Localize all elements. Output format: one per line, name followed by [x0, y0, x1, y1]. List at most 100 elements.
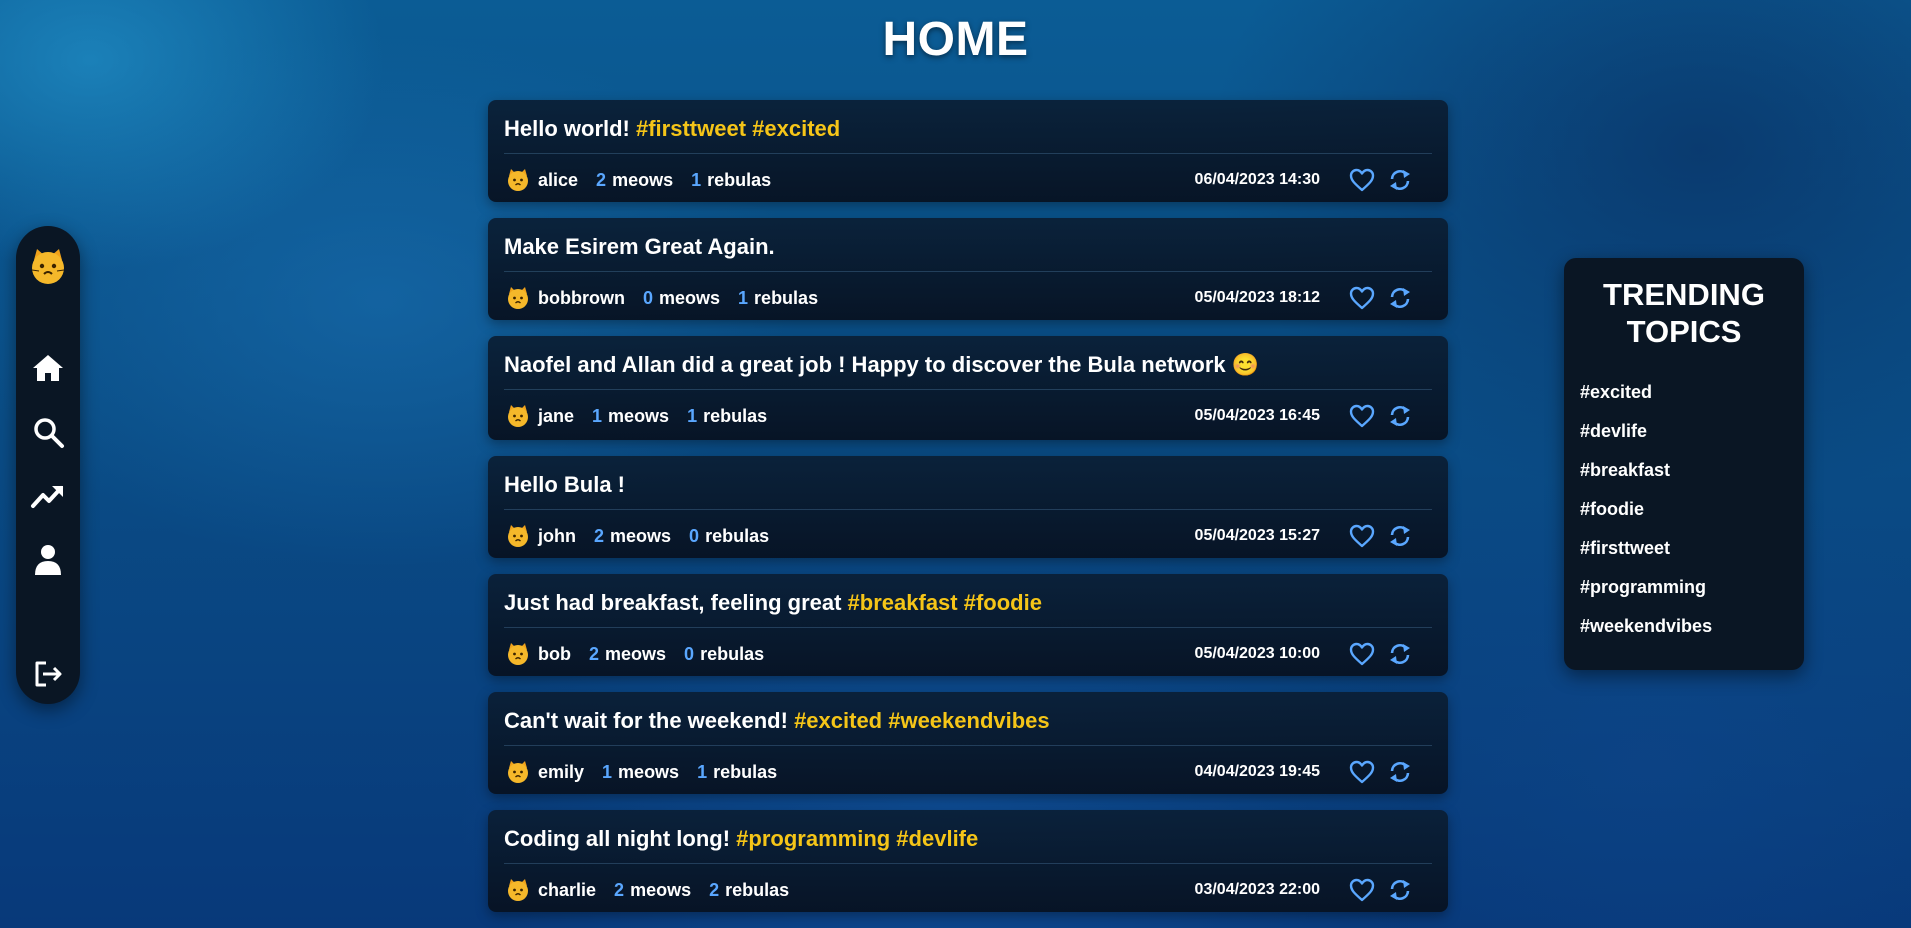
rebula-icon[interactable]: [1386, 640, 1414, 668]
tweet-text: Just had breakfast, feeling great #break…: [504, 590, 1432, 616]
tweet-username[interactable]: alice: [538, 170, 578, 191]
tweet-body: Just had breakfast, feeling great: [504, 590, 848, 615]
trending-panel: TRENDING TOPICS #excited #devlife #break…: [1564, 258, 1804, 670]
heart-icon[interactable]: [1348, 284, 1376, 312]
tweet-hashtags[interactable]: #firsttweet #excited: [636, 116, 840, 141]
heart-icon[interactable]: [1348, 522, 1376, 550]
trending-icon[interactable]: [30, 478, 66, 514]
rebula-count: 1: [687, 405, 698, 426]
rebula-label: rebulas: [703, 405, 768, 426]
tweet-date: 05/04/2023 18:12: [1194, 289, 1320, 306]
tweet-username[interactable]: emily: [538, 762, 584, 783]
rebula-label: rebulas: [713, 761, 778, 782]
tweet-card[interactable]: Coding all night long! #programming #dev…: [488, 810, 1448, 912]
rebula-label: rebulas: [754, 287, 819, 308]
tweet-username[interactable]: jane: [538, 406, 574, 427]
tweet-body: Naofel and Allan did a great job ! Happy…: [504, 352, 1260, 377]
tweet-divider: [504, 153, 1432, 154]
tweet-card[interactable]: Just had breakfast, feeling great #break…: [488, 574, 1448, 676]
meow-count: 2: [614, 879, 625, 900]
tweet-divider: [504, 627, 1432, 628]
trending-topic[interactable]: #foodie: [1580, 499, 1644, 520]
tweet-body: Hello world!: [504, 116, 636, 141]
tweet-hashtags[interactable]: #breakfast #foodie: [848, 590, 1042, 615]
heart-icon[interactable]: [1348, 876, 1376, 904]
tweet-card[interactable]: Can't wait for the weekend! #excited #we…: [488, 692, 1448, 794]
tweet-meta: bob 2 meows 0 rebulas: [506, 640, 782, 668]
rebula-icon[interactable]: [1386, 402, 1414, 430]
tweet-card[interactable]: Hello Bula ! john 2 meows 0 rebulas 05/04/2023…: [488, 456, 1448, 558]
trending-title-line2: TOPICS: [1626, 314, 1742, 349]
meow-label: meows: [659, 287, 721, 308]
meow-count: 1: [592, 405, 603, 426]
tweet-username[interactable]: bobbrown: [538, 288, 625, 309]
meow-label: meows: [605, 643, 667, 664]
trending-topic[interactable]: #breakfast: [1580, 460, 1670, 481]
cat-face-icon: [506, 878, 530, 902]
tweet-date: 05/04/2023 10:00: [1194, 645, 1320, 662]
tweet-divider: [504, 271, 1432, 272]
rebula-icon[interactable]: [1386, 166, 1414, 194]
heart-icon[interactable]: [1348, 166, 1376, 194]
cat-face-icon: [506, 642, 530, 666]
rebula-count: 0: [689, 525, 700, 546]
tweet-username[interactable]: bob: [538, 644, 571, 665]
trending-topic[interactable]: #firsttweet: [1580, 538, 1670, 559]
tweet-body: Make Esirem Great Again.: [504, 234, 775, 259]
tweet-divider: [504, 745, 1432, 746]
tweet-username[interactable]: john: [538, 526, 576, 547]
trending-topic[interactable]: #weekendvibes: [1580, 616, 1712, 637]
tweet-card[interactable]: Make Esirem Great Again. bobbrown 0 meows 1 r…: [488, 218, 1448, 320]
rebula-icon[interactable]: [1386, 876, 1414, 904]
trending-title: TRENDING TOPICS: [1564, 276, 1804, 350]
tweet-date: 04/04/2023 19:45: [1194, 763, 1320, 780]
trending-topic[interactable]: #devlife: [1580, 421, 1647, 442]
rebula-icon[interactable]: [1386, 758, 1414, 786]
tweet-date: 06/04/2023 14:30: [1194, 171, 1320, 188]
cat-face-icon: [506, 524, 530, 548]
logout-icon[interactable]: [30, 656, 66, 692]
heart-icon[interactable]: [1348, 640, 1376, 668]
tweet-card[interactable]: Naofel and Allan did a great job ! Happy…: [488, 336, 1448, 440]
meow-count: 2: [594, 525, 605, 546]
tweet-date: 05/04/2023 15:27: [1194, 527, 1320, 544]
tweet-actions: 05/04/2023 10:00: [1195, 640, 1414, 668]
trending-topic[interactable]: #excited: [1580, 382, 1652, 403]
heart-icon[interactable]: [1348, 758, 1376, 786]
tweet-card[interactable]: Hello world! #firsttweet #excited alice 2 m…: [488, 100, 1448, 202]
home-icon[interactable]: [30, 350, 66, 386]
tweet-meta: jane 1 meows 1 rebulas: [506, 402, 785, 430]
tweet-actions: 05/04/2023 15:27: [1195, 522, 1414, 550]
user-icon[interactable]: [30, 542, 66, 578]
rebula-label: rebulas: [725, 879, 790, 900]
tweet-actions: 05/04/2023 18:12: [1195, 284, 1414, 312]
tweet-actions: 06/04/2023 14:30: [1195, 166, 1414, 194]
tweet-meta: bobbrown 0 meows 1 rebulas: [506, 284, 836, 312]
meow-label: meows: [610, 525, 672, 546]
tweet-text: Can't wait for the weekend! #excited #we…: [504, 708, 1432, 734]
meow-label: meows: [612, 169, 674, 190]
search-icon[interactable]: [30, 414, 66, 450]
heart-icon[interactable]: [1348, 402, 1376, 430]
tweet-hashtags[interactable]: #excited #weekendvibes: [794, 708, 1050, 733]
rebula-icon[interactable]: [1386, 284, 1414, 312]
tweet-date: 03/04/2023 22:00: [1194, 881, 1320, 898]
rebula-count: 0: [684, 643, 695, 664]
tweet-divider: [504, 389, 1432, 390]
tweet-meta: john 2 meows 0 rebulas: [506, 522, 787, 550]
tweet-feed: Hello world! #firsttweet #excited alice 2 m…: [488, 100, 1448, 928]
tweet-username[interactable]: charlie: [538, 880, 596, 901]
rebula-icon[interactable]: [1386, 522, 1414, 550]
cat-face-icon: [506, 404, 530, 428]
meow-count: 2: [596, 169, 607, 190]
tweet-hashtags[interactable]: #programming #devlife: [736, 826, 978, 851]
trending-topic[interactable]: #programming: [1580, 577, 1706, 598]
meow-label: meows: [608, 405, 670, 426]
rebula-count: 1: [691, 169, 702, 190]
tweet-actions: 03/04/2023 22:00: [1195, 876, 1414, 904]
cat-face-icon[interactable]: [28, 246, 68, 286]
page-title: HOME: [882, 13, 1029, 66]
rebula-count: 2: [709, 879, 720, 900]
rebula-label: rebulas: [705, 525, 770, 546]
tweet-actions: 04/04/2023 19:45: [1195, 758, 1414, 786]
